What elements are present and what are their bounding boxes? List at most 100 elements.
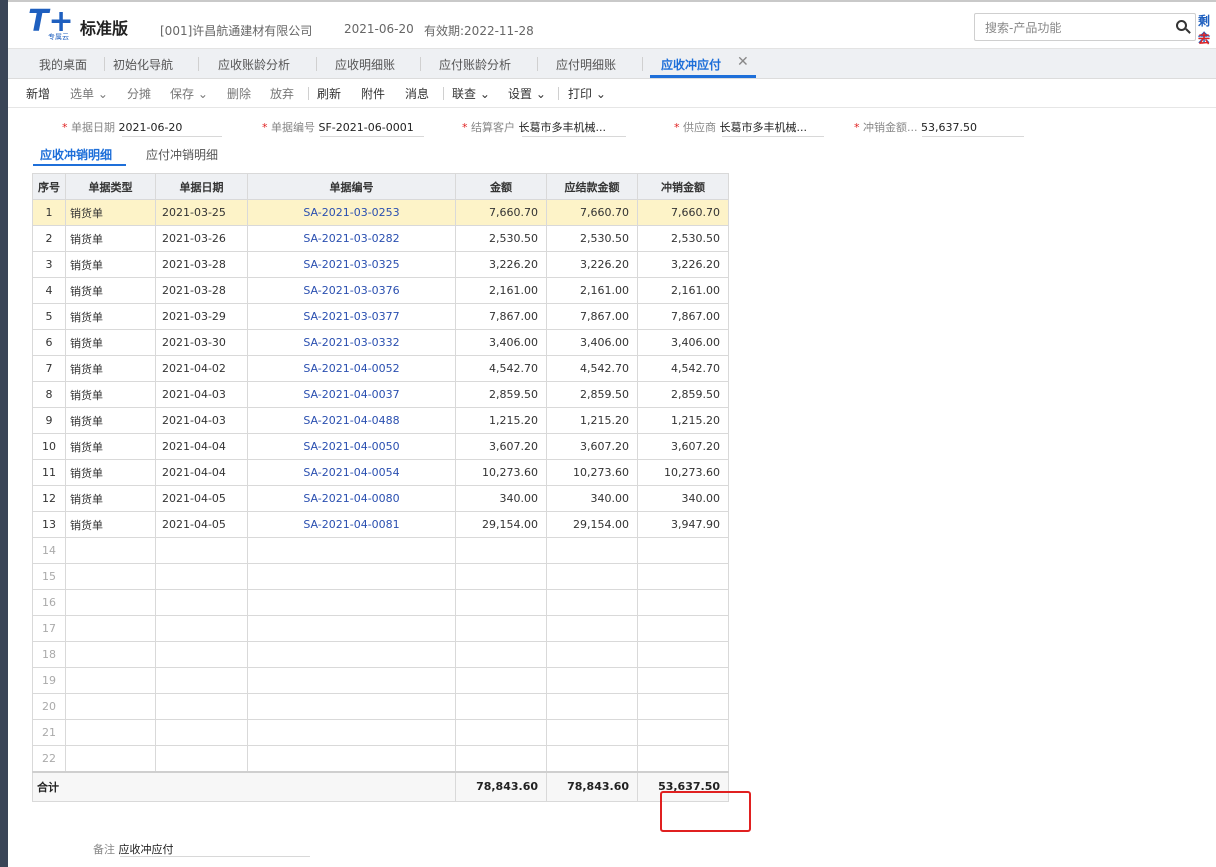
table-row[interactable]: 2 销货单 2021-03-26 SA-2021-03-0282 2,530.50 2,5… [32, 225, 729, 252]
table-row[interactable]: 6 销货单 2021-03-30 SA-2021-03-0332 3,406.00 3,4… [32, 329, 729, 356]
offset-amount-field[interactable]: * 冲销金额... 53,637.50 [854, 119, 977, 135]
row-offset: 340.00 [637, 485, 729, 512]
table-row[interactable]: 8 销货单 2021-04-03 SA-2021-04-0037 2,859.50 2,8… [32, 381, 729, 408]
print-button[interactable]: 打印 ⌄ [568, 85, 606, 102]
col-type-header[interactable]: 单据类型 [65, 173, 156, 200]
message-button[interactable]: 消息 [405, 85, 429, 102]
goto-link[interactable]: 去 [1198, 30, 1210, 47]
table-row[interactable]: 11 销货单 2021-04-04 SA-2021-04-0054 10,273.60 1… [32, 459, 729, 486]
table-row[interactable]: 3 销货单 2021-03-28 SA-2021-03-0325 3,226.20 3,2… [32, 251, 729, 278]
tab-ar-offset-ap[interactable]: 应收冲应付 [661, 56, 721, 73]
empty-row[interactable]: 21 [32, 719, 729, 746]
offset-total-highlight [660, 791, 751, 832]
save-button[interactable]: 保存 ⌄ [170, 85, 208, 102]
row-doc-no[interactable]: SA-2021-03-0282 [247, 225, 456, 252]
row-date: 2021-03-26 [155, 225, 248, 252]
table-row[interactable]: 10 销货单 2021-04-04 SA-2021-04-0050 3,607.20 3,… [32, 433, 729, 460]
table-row[interactable]: 5 销货单 2021-03-29 SA-2021-03-0377 7,867.00 7,8… [32, 303, 729, 330]
row-doc-no[interactable]: SA-2021-03-0376 [247, 277, 456, 304]
doc-no-field[interactable]: * 单据编号 SF-2021-06-0001 [262, 119, 414, 135]
row-doc-no[interactable]: SA-2021-04-0080 [247, 485, 456, 512]
remark-field[interactable]: 备注 应收冲应付 [93, 841, 174, 857]
row-doc-no[interactable]: SA-2021-04-0054 [247, 459, 456, 486]
empty-row[interactable]: 20 [32, 693, 729, 720]
delete-button[interactable]: 删除 [227, 85, 251, 102]
attachment-button[interactable]: 附件 [361, 85, 385, 102]
select-doc-button[interactable]: 选单 ⌄ [70, 85, 108, 102]
tab-divider [537, 57, 538, 71]
table-row[interactable]: 9 销货单 2021-04-03 SA-2021-04-0488 1,215.20 1,2… [32, 407, 729, 434]
empty-row[interactable]: 18 [32, 641, 729, 668]
row-offset: 3,226.20 [637, 251, 729, 278]
empty-cell [65, 615, 156, 642]
col-offset-header[interactable]: 冲销金额 [637, 173, 729, 200]
empty-row[interactable]: 16 [32, 589, 729, 616]
new-button[interactable]: 新增 [26, 85, 50, 102]
offset-amount-label: 冲销金额... [863, 121, 918, 134]
toolbar-divider [443, 87, 444, 100]
row-doc-no[interactable]: SA-2021-04-0037 [247, 381, 456, 408]
close-icon[interactable]: ✕ [737, 54, 749, 70]
row-date: 2021-04-05 [155, 485, 248, 512]
empty-row[interactable]: 15 [32, 563, 729, 590]
refresh-button[interactable]: 刷新 [317, 85, 341, 102]
tab-my-desktop[interactable]: 我的桌面 [39, 56, 87, 73]
row-doc-no[interactable]: SA-2021-03-0253 [247, 199, 456, 226]
tab-ar-aging[interactable]: 应收账龄分析 [218, 56, 290, 73]
row-date: 2021-04-04 [155, 459, 248, 486]
search-input[interactable] [983, 15, 1167, 41]
row-doc-no[interactable]: SA-2021-04-0052 [247, 355, 456, 382]
tab-divider [104, 57, 105, 71]
subtab-ar-offset-detail[interactable]: 应收冲销明细 [40, 146, 112, 163]
discard-button[interactable]: 放弃 [270, 85, 294, 102]
row-offset: 2,530.50 [637, 225, 729, 252]
col-no-header[interactable]: 单据编号 [247, 173, 456, 200]
table-row[interactable]: 13 销货单 2021-04-05 SA-2021-04-0081 29,154.00 2… [32, 511, 729, 538]
search-icon[interactable] [1176, 20, 1187, 31]
supplier-field[interactable]: * 供应商 长葛市多丰机械... [674, 119, 807, 135]
row-seq: 11 [32, 459, 66, 486]
row-doc-no[interactable]: SA-2021-03-0377 [247, 303, 456, 330]
empty-row[interactable]: 22 [32, 745, 729, 772]
empty-cell [65, 667, 156, 694]
toolbar: 新增 选单 ⌄ 分摊 保存 ⌄ 删除 放弃 刷新 附件 消息 联查 ⌄ 设置 ⌄… [8, 79, 1216, 108]
doc-date-field[interactable]: * 单据日期 2021-06-20 [62, 119, 182, 135]
settings-button[interactable]: 设置 ⌄ [508, 85, 546, 102]
table-row[interactable]: 12 销货单 2021-04-05 SA-2021-04-0080 340.00 340.… [32, 485, 729, 512]
row-seq: 19 [32, 667, 66, 694]
empty-row[interactable]: 14 [32, 537, 729, 564]
empty-row[interactable]: 17 [32, 615, 729, 642]
row-doc-no[interactable]: SA-2021-03-0325 [247, 251, 456, 278]
tab-ap-detail[interactable]: 应付明细账 [556, 56, 616, 73]
empty-cell [455, 667, 547, 694]
row-due: 340.00 [546, 485, 638, 512]
tab-init-nav[interactable]: 初始化导航 [113, 56, 173, 73]
row-seq: 14 [32, 537, 66, 564]
customer-field[interactable]: * 结算客户 长葛市多丰机械... [462, 119, 606, 135]
col-due-header[interactable]: 应结款金额 [546, 173, 638, 200]
col-date-header[interactable]: 单据日期 [155, 173, 248, 200]
tab-ar-detail[interactable]: 应收明细账 [335, 56, 395, 73]
row-doc-no[interactable]: SA-2021-04-0050 [247, 433, 456, 460]
row-amount: 1,215.20 [455, 407, 547, 434]
empty-cell [637, 667, 729, 694]
col-seq-header[interactable]: 序号 [32, 173, 66, 200]
table-row[interactable]: 4 销货单 2021-03-28 SA-2021-03-0376 2,161.00 2,1… [32, 277, 729, 304]
row-date: 2021-03-29 [155, 303, 248, 330]
empty-row[interactable]: 19 [32, 667, 729, 694]
row-doc-no[interactable]: SA-2021-04-0488 [247, 407, 456, 434]
table-row[interactable]: 7 销货单 2021-04-02 SA-2021-04-0052 4,542.70 4,5… [32, 355, 729, 382]
subtab-ap-offset-detail[interactable]: 应付冲销明细 [146, 146, 218, 163]
row-seq: 7 [32, 355, 66, 382]
col-amount-header[interactable]: 金额 [455, 173, 547, 200]
row-due: 3,607.20 [546, 433, 638, 460]
row-doc-no[interactable]: SA-2021-04-0081 [247, 511, 456, 538]
row-doc-no[interactable]: SA-2021-03-0332 [247, 329, 456, 356]
field-underline [922, 136, 1024, 137]
row-seq: 22 [32, 745, 66, 772]
allocate-button[interactable]: 分摊 [127, 85, 151, 102]
search-box[interactable] [974, 13, 1196, 41]
linked-query-button[interactable]: 联查 ⌄ [452, 85, 490, 102]
tab-ap-aging[interactable]: 应付账龄分析 [439, 56, 511, 73]
table-row[interactable]: 1 销货单 2021-03-25 SA-2021-03-0253 7,660.70 7,6… [32, 199, 729, 226]
